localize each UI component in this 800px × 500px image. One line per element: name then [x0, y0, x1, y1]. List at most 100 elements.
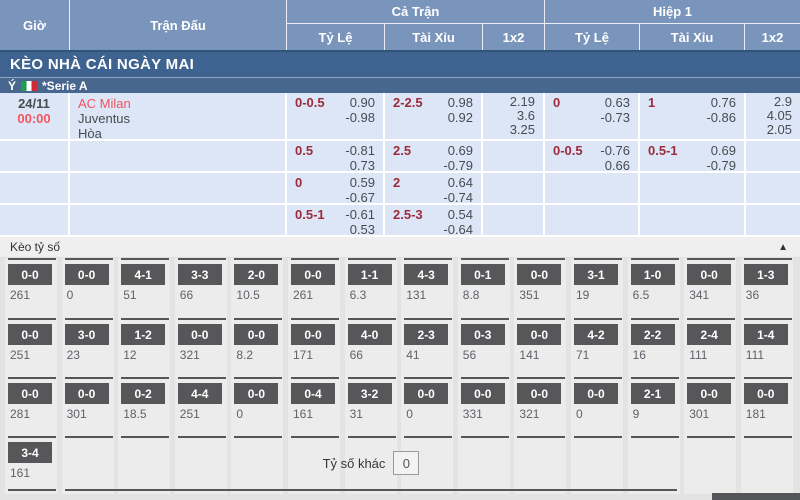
- match-date: 24/11: [0, 96, 68, 111]
- score-cell-divider: [461, 258, 509, 260]
- score-bet-button[interactable]: 4-2: [574, 324, 618, 345]
- score-bet-button[interactable]: 0-0: [291, 324, 335, 345]
- league-name: *Serie A: [42, 79, 88, 93]
- score-bet-button[interactable]: 0-0: [517, 324, 561, 345]
- collapse-arrow-icon[interactable]: ▲: [778, 242, 788, 253]
- score-odds-value: 341: [687, 288, 735, 302]
- score-bet-button[interactable]: 1-4: [744, 324, 788, 345]
- score-cell-divider: [461, 318, 509, 320]
- score-bet-button[interactable]: 0-2: [121, 383, 165, 404]
- score-cell-divider: [574, 318, 622, 320]
- ft-hdp-cell[interactable]: 0-0.50.90-0.98: [287, 93, 383, 139]
- score-odds-value: 161: [8, 466, 56, 480]
- score-bet-button[interactable]: 2-1: [631, 383, 675, 404]
- score-bet-button[interactable]: 0-0: [687, 383, 731, 404]
- score-cell-divider: [461, 436, 509, 438]
- score-bet-button[interactable]: 0-0: [574, 383, 618, 404]
- score-bet-button[interactable]: 0-0: [291, 264, 335, 285]
- score-bet-button[interactable]: 0-0: [744, 383, 788, 404]
- h1-ou-odds-bottom: -0.86: [706, 110, 736, 125]
- score-bet-button[interactable]: 0-1: [461, 264, 505, 285]
- ft-1x2-cell[interactable]: 2.193.63.25: [483, 93, 543, 139]
- ft-hdp-cell[interactable]: 0.5-0.810.73: [287, 141, 383, 171]
- score-bet-button[interactable]: 3-2: [348, 383, 392, 404]
- score-cell-divider: [121, 318, 169, 320]
- score-cell: 1-336: [744, 258, 792, 302]
- ft-hdp-cell[interactable]: 0.5-1-0.610.53: [287, 205, 383, 235]
- score-bet-button[interactable]: 2-3: [404, 324, 448, 345]
- score-odds-value: 36: [744, 288, 792, 302]
- score-cell-divider: [65, 436, 113, 438]
- h1-ou-cell[interactable]: 0.5-10.69-0.79: [640, 141, 744, 171]
- score-section-title: Kèo tỷ số: [10, 240, 60, 254]
- h1-ou-odds-top: 0.76: [706, 95, 736, 110]
- score-cell: 3-023: [65, 318, 113, 362]
- score-cell-divider: [574, 436, 622, 438]
- score-bet-button[interactable]: 4-0: [348, 324, 392, 345]
- score-bet-button[interactable]: 4-1: [121, 264, 165, 285]
- ft-ou-handicap-line: 2.5: [393, 143, 411, 171]
- ft-hdp-odds-values: -0.610.53: [345, 207, 375, 235]
- score-bet-button[interactable]: 0-0: [8, 264, 52, 285]
- score-bet-button[interactable]: 0-0: [517, 383, 561, 404]
- score-cell-divider: [744, 318, 792, 320]
- league-row[interactable]: Ý *Serie A: [0, 77, 800, 93]
- h1-1x2-cell[interactable]: 2.94.052.05: [746, 93, 800, 139]
- ft-hdp-cell[interactable]: 00.59-0.67: [287, 173, 383, 203]
- score-bet-button[interactable]: 0-0: [404, 383, 448, 404]
- score-bet-button[interactable]: 1-2: [121, 324, 165, 345]
- score-cell: 0-0281: [8, 377, 56, 421]
- score-bet-button[interactable]: 0-0: [8, 324, 52, 345]
- score-cell: 0-00: [404, 377, 452, 421]
- ft-ou-cell[interactable]: 2.5-30.54-0.64: [385, 205, 481, 235]
- score-odds-value: 301: [65, 407, 113, 421]
- match-kickoff-time: 00:00: [0, 111, 68, 126]
- h1-1x2-cell: [746, 205, 800, 235]
- score-bet-button[interactable]: 2-2: [631, 324, 675, 345]
- ft-ou-cell[interactable]: 2.50.69-0.79: [385, 141, 481, 171]
- score-bet-button[interactable]: 0-0: [234, 324, 278, 345]
- score-cell: 3-231: [348, 377, 396, 421]
- h1-ou-cell[interactable]: 10.76-0.86: [640, 93, 744, 139]
- score-cell-divider: [404, 258, 452, 260]
- ft-ou-cell[interactable]: 2-2.50.980.92: [385, 93, 481, 139]
- h1-hdp-odds-top: -0.76: [600, 143, 630, 158]
- score-bet-button[interactable]: 0-0: [687, 264, 731, 285]
- score-bet-button[interactable]: 0-4: [291, 383, 335, 404]
- score-odds-value: 8.8: [461, 288, 509, 302]
- score-bet-button[interactable]: 0-0: [65, 264, 109, 285]
- score-bet-button[interactable]: 2-4: [687, 324, 731, 345]
- score-bet-button[interactable]: 3-0: [65, 324, 109, 345]
- score-bet-button[interactable]: 0-0: [8, 383, 52, 404]
- score-bet-button[interactable]: 1-0: [631, 264, 675, 285]
- score-bet-button[interactable]: 0-0: [65, 383, 109, 404]
- odds-cell-content: 0.5-0.810.73: [287, 141, 383, 171]
- score-bet-button[interactable]: 0-0: [461, 383, 505, 404]
- score-bet-button[interactable]: 0-3: [461, 324, 505, 345]
- scrollbar-thumb[interactable]: [712, 493, 800, 500]
- h1-hdp-cell[interactable]: 00.63-0.73: [545, 93, 638, 139]
- odds-cell-content: 2.50.69-0.79: [385, 141, 481, 171]
- ft-ou-cell[interactable]: 20.64-0.74: [385, 173, 481, 203]
- score-cell-divider: [121, 436, 169, 438]
- score-section-header[interactable]: Kèo tỷ số ▲: [0, 237, 800, 258]
- score-bet-button[interactable]: 3-3: [178, 264, 222, 285]
- score-bet-button[interactable]: 3-4: [8, 442, 52, 463]
- h1-hdp-cell[interactable]: 0-0.5-0.760.66: [545, 141, 638, 171]
- other-score-input[interactable]: 0: [393, 451, 419, 475]
- ft-1x2-cell: [483, 141, 543, 171]
- score-bet-button[interactable]: 3-1: [574, 264, 618, 285]
- score-bet-button[interactable]: 4-3: [404, 264, 448, 285]
- score-bet-button[interactable]: 4-4: [178, 383, 222, 404]
- score-cell-divider: [8, 318, 56, 320]
- score-bet-button[interactable]: 0-0: [517, 264, 561, 285]
- score-cell: 0-0181: [744, 377, 792, 421]
- score-bet-button[interactable]: 1-1: [348, 264, 392, 285]
- score-bet-button[interactable]: 1-3: [744, 264, 788, 285]
- score-bet-button[interactable]: 0-0: [178, 324, 222, 345]
- score-bet-button[interactable]: 2-0: [234, 264, 278, 285]
- score-odds-value: 301: [687, 407, 735, 421]
- score-cell: 0-0301: [65, 377, 113, 421]
- score-bet-button[interactable]: 0-0: [234, 383, 278, 404]
- column-header-time: Giờ: [0, 0, 70, 50]
